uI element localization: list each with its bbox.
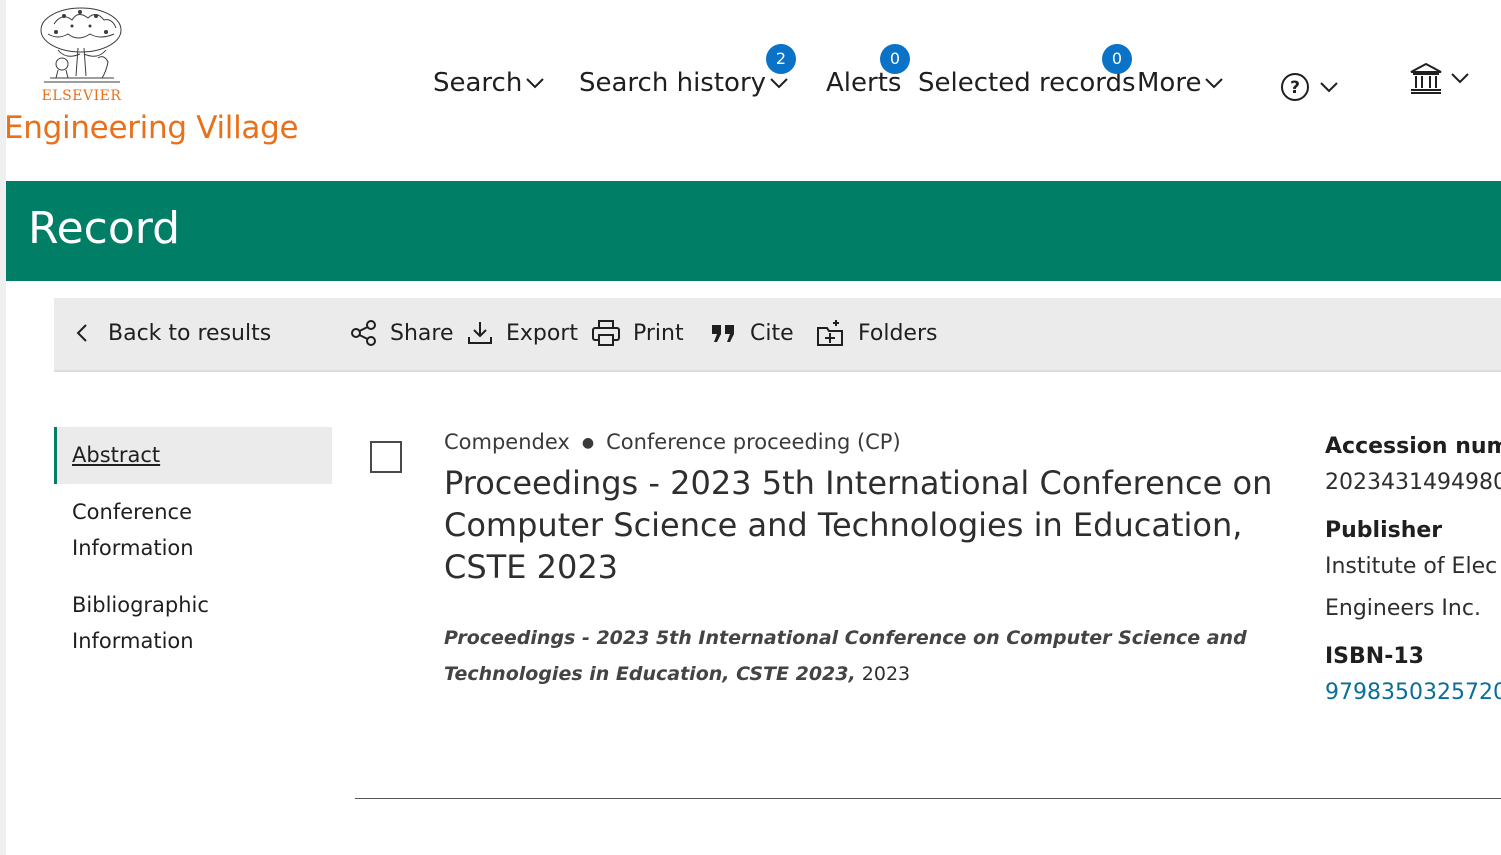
nav-help[interactable]: ?: [1280, 72, 1340, 102]
institution-icon: [1410, 62, 1442, 94]
search-history-count-badge: 2: [766, 44, 796, 74]
record-details: Accession numb 20234314949808 Publisher …: [1325, 432, 1501, 714]
section-divider: [355, 798, 1501, 799]
cite-button[interactable]: Cite: [710, 316, 794, 350]
source-title: Proceedings - 2023 5th International Con…: [444, 627, 1247, 685]
nav-selected-records-label: Selected records: [918, 68, 1136, 98]
print-button[interactable]: Print: [591, 316, 684, 350]
print-label: Print: [633, 320, 684, 346]
nav-search-history-label: Search history: [579, 68, 767, 98]
nav-search-history[interactable]: Search history: [579, 68, 790, 98]
chevron-down-icon: [1320, 82, 1338, 93]
nav-institution[interactable]: [1409, 62, 1471, 94]
back-to-results-label: Back to results: [108, 320, 272, 346]
chevron-down-icon: [1451, 73, 1469, 84]
nav-more[interactable]: More: [1137, 68, 1225, 98]
folders-button[interactable]: Folders: [816, 316, 937, 350]
share-label: Share: [390, 320, 454, 346]
nav-more-label: More: [1137, 68, 1202, 98]
document-type: Conference proceeding (CP): [606, 430, 901, 454]
publisher-value-line2: Engineers Inc.: [1325, 596, 1481, 621]
help-icon: ?: [1281, 73, 1309, 101]
cite-label: Cite: [750, 320, 794, 346]
export-button[interactable]: Export: [466, 316, 578, 350]
elsevier-tree-icon: [40, 7, 122, 83]
accession-number-value: 20234314949808: [1325, 470, 1501, 495]
share-icon: [351, 320, 376, 346]
record-title: Proceedings - 2023 5th International Con…: [444, 464, 1273, 586]
chevron-down-icon: [770, 78, 788, 89]
printer-icon: [592, 320, 620, 346]
publisher-label: Publisher: [1325, 518, 1443, 543]
elsevier-logo[interactable]: ELSEVIER: [34, 4, 129, 104]
record-source: Proceedings - 2023 5th International Con…: [444, 620, 1284, 692]
side-nav-bibliographic-information[interactable]: Bibliographic Information: [54, 587, 292, 659]
record-banner: Record: [6, 181, 1501, 281]
back-to-results-button[interactable]: Back to results: [72, 316, 271, 350]
nav-selected-records[interactable]: Selected records: [918, 68, 1136, 98]
folder-add-icon: [817, 320, 843, 346]
svg-text:?: ?: [1290, 78, 1300, 98]
record-meta: Compendex ● Conference proceeding (CP): [444, 430, 901, 454]
quote-icon: [712, 325, 734, 342]
folders-label: Folders: [858, 320, 938, 346]
elsevier-wordmark: ELSEVIER: [41, 88, 122, 104]
chevron-down-icon: [1205, 78, 1224, 89]
share-button[interactable]: Share: [350, 316, 454, 350]
side-nav-abstract[interactable]: Abstract: [54, 427, 332, 484]
brand-name[interactable]: Engineering Village: [4, 110, 299, 146]
nav-search[interactable]: Search: [433, 68, 546, 98]
export-label: Export: [506, 320, 579, 346]
record-side-nav: Abstract Conference Information Bibliogr…: [54, 427, 332, 659]
chevron-left-icon: [76, 324, 87, 342]
alerts-count-badge: 0: [880, 44, 910, 74]
accession-number-label: Accession numb: [1325, 434, 1501, 459]
source-year: 2023: [861, 663, 911, 685]
page-title: Record: [28, 203, 181, 254]
publisher-value-line1: Institute of Elec: [1325, 554, 1498, 579]
side-nav-conference-information[interactable]: Conference Information: [54, 494, 292, 566]
isbn-link[interactable]: 9798350325720: [1325, 672, 1501, 714]
download-icon: [468, 322, 492, 344]
nav-search-label: Search: [433, 68, 523, 98]
isbn-label: ISBN-13: [1325, 644, 1424, 669]
record-toolbar: Back to results Share Export Print Cite: [54, 298, 1501, 372]
chevron-down-icon: [526, 78, 545, 89]
separator-dot: ●: [581, 435, 595, 451]
selected-records-count-badge: 0: [1102, 44, 1132, 74]
select-record-checkbox[interactable]: [370, 441, 402, 473]
database-label: Compendex: [444, 430, 570, 454]
